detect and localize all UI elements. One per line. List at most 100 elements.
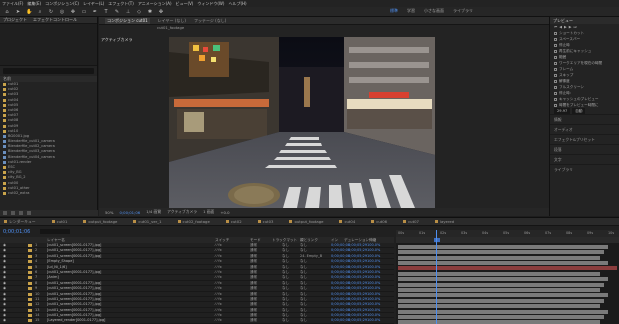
- new-folder-icon[interactable]: [11, 211, 15, 215]
- header-switches[interactable]: スイッチ: [215, 238, 229, 243]
- trash-icon[interactable]: [27, 211, 31, 215]
- label-color-swatch[interactable]: [28, 314, 32, 318]
- header-layer-name[interactable]: レイヤー名: [47, 238, 65, 243]
- label-color-swatch[interactable]: [28, 303, 32, 307]
- frame-rate-value[interactable]: 29.97: [554, 108, 571, 114]
- menu-item[interactable]: コンポジション(C): [45, 1, 79, 7]
- time-ruler[interactable]: 00s 01s 02s 03s 04s 05s 06s 07s 08s 09s 10s: [396, 230, 619, 237]
- zoom-select[interactable]: 50%: [105, 210, 113, 215]
- menu-item[interactable]: ヘルプ(H): [228, 1, 246, 7]
- layer-duration-bar[interactable]: [398, 282, 604, 287]
- panel-section[interactable]: ライブラリ: [550, 164, 619, 174]
- timeline-graph[interactable]: 00s 01s 02s 03s 04s 05s 06s 07s 08s 09s 10s: [396, 230, 619, 324]
- stretch-value[interactable]: 100.0%: [367, 318, 380, 323]
- label-color-swatch[interactable]: [28, 297, 32, 301]
- tab-project[interactable]: プロジェクト: [3, 17, 27, 23]
- checkbox-icon[interactable]: [554, 67, 557, 71]
- label-color-swatch[interactable]: [28, 276, 32, 280]
- checkbox-icon[interactable]: [554, 91, 557, 95]
- timeline-tab[interactable]: cut04: [339, 219, 355, 224]
- layer-duration-bar[interactable]: [398, 293, 608, 298]
- workspace-tab[interactable]: 小さな画面: [424, 8, 444, 14]
- puppet-tool-icon[interactable]: ✤: [158, 9, 164, 15]
- checkbox-icon[interactable]: [554, 31, 557, 35]
- tab-footage[interactable]: フッテージ (なし): [194, 18, 226, 24]
- label-color-swatch[interactable]: [28, 292, 32, 296]
- timeline-tab[interactable]: output_footage: [289, 219, 323, 224]
- menu-item[interactable]: ウィンドウ(W): [197, 1, 224, 7]
- layer-switches-icon[interactable]: ⁄ ⁄ fx: [215, 318, 222, 323]
- layer-duration-bar[interactable]: [398, 260, 608, 265]
- menu-item[interactable]: アニメーション(A): [138, 1, 172, 7]
- playhead[interactable]: [436, 230, 437, 324]
- label-color-swatch[interactable]: [28, 308, 32, 312]
- stamp-tool-icon[interactable]: ⊥: [125, 9, 131, 15]
- menu-item[interactable]: エフェクト(T): [108, 1, 134, 7]
- work-area-bar[interactable]: [396, 237, 619, 243]
- checkbox-icon[interactable]: [554, 97, 557, 101]
- panel-section[interactable]: オーディオ: [550, 124, 619, 134]
- label-color-swatch[interactable]: [28, 287, 32, 291]
- label-color-swatch[interactable]: [28, 254, 32, 258]
- layer-duration-bar[interactable]: [398, 304, 600, 309]
- rotate-tool-icon[interactable]: ↻: [48, 9, 54, 15]
- timeline-search-input[interactable]: [40, 229, 70, 234]
- menu-item[interactable]: ファイル(F): [2, 1, 23, 7]
- work-area-handle[interactable]: [434, 238, 440, 242]
- header-stretch[interactable]: 伸縮: [369, 238, 376, 243]
- layer-duration-bar[interactable]: [398, 250, 604, 255]
- new-comp-icon[interactable]: [19, 211, 23, 215]
- timeline-current-time[interactable]: 0;00;01;06: [3, 229, 30, 235]
- selection-tool-icon[interactable]: ➤: [15, 9, 21, 15]
- tab-effect-controls[interactable]: エフェクトコントロール: [33, 17, 77, 23]
- pan-behind-tool-icon[interactable]: ✥: [70, 9, 76, 15]
- project-search-input[interactable]: [3, 68, 94, 74]
- type-tool-icon[interactable]: T: [103, 9, 109, 15]
- timeline-tab[interactable]: レンダーキュー: [4, 219, 36, 225]
- menu-item[interactable]: レイヤー(L): [83, 1, 104, 7]
- layer-name[interactable]: [Layered_render[0001-0177].jpg]: [47, 318, 105, 323]
- project-item[interactable]: cut02_extra: [3, 191, 97, 196]
- checkbox-icon[interactable]: [554, 43, 557, 47]
- checkbox-icon[interactable]: [554, 49, 557, 53]
- zoom-tool-icon[interactable]: ⌕: [37, 9, 43, 15]
- layer-duration-bar[interactable]: [398, 287, 600, 292]
- panel-section[interactable]: エフェクト&プリセット: [550, 134, 619, 144]
- layer-duration-bar[interactable]: [398, 266, 617, 271]
- duration-value[interactable]: 0;00;05;29: [348, 318, 367, 323]
- camera-select[interactable]: アクティブカメラ: [167, 209, 197, 215]
- label-color-swatch[interactable]: [28, 281, 32, 285]
- rectangle-tool-icon[interactable]: ▭: [81, 9, 87, 15]
- timeline-tab[interactable]: cut02: [225, 219, 242, 224]
- workspace-tab[interactable]: 標準: [390, 8, 398, 14]
- resolution-value[interactable]: 自動: [572, 108, 586, 114]
- exposure-value[interactable]: +0.0: [220, 210, 229, 215]
- parent-select[interactable]: なし: [300, 318, 307, 323]
- menu-item[interactable]: ビュー(V): [176, 1, 194, 7]
- label-color-swatch[interactable]: [28, 270, 32, 274]
- layer-duration-bar[interactable]: [398, 277, 608, 282]
- header-trkmat[interactable]: トラックマット: [272, 238, 297, 243]
- views-select[interactable]: 1 画面: [203, 209, 214, 215]
- timeline-tab[interactable]: cut07: [403, 219, 419, 224]
- layer-duration-bar[interactable]: [398, 298, 604, 303]
- first-frame-icon[interactable]: ⏮: [554, 24, 557, 30]
- brush-tool-icon[interactable]: ✎: [114, 9, 120, 15]
- header-parent[interactable]: 親とリンク: [300, 238, 318, 243]
- panel-section[interactable]: 情報: [550, 114, 619, 124]
- timeline-tab[interactable]: cut03: [257, 219, 273, 224]
- current-time-display[interactable]: 0;00;01;06: [119, 210, 140, 215]
- checkbox-icon[interactable]: [554, 37, 557, 41]
- workspace-tab[interactable]: 学習: [407, 8, 415, 14]
- timeline-tab[interactable]: layered: [434, 219, 454, 224]
- camera-tool-icon[interactable]: ◎: [59, 9, 65, 15]
- header-in[interactable]: イン: [331, 238, 338, 243]
- timeline-tab[interactable]: output_footage: [83, 219, 117, 224]
- timeline-tab[interactable]: cut06: [371, 219, 387, 224]
- layer-duration-bar[interactable]: [398, 244, 608, 249]
- layer-duration-bar[interactable]: [398, 271, 600, 276]
- hand-tool-icon[interactable]: ✋: [26, 9, 32, 15]
- interpret-footage-icon[interactable]: [3, 211, 7, 215]
- blend-mode-select[interactable]: 通常: [250, 318, 257, 323]
- timeline-tab[interactable]: cut02_footage: [177, 219, 210, 224]
